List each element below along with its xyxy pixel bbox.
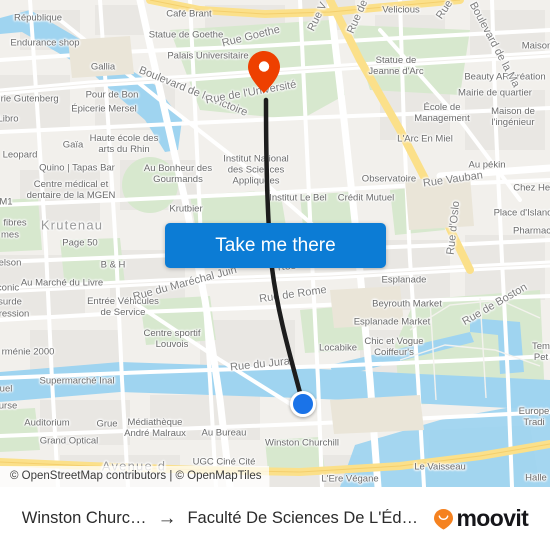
moovit-map-screen: République Café Brant Velicious Maison Endur… — [0, 0, 550, 550]
arrow-right-icon: → — [157, 508, 177, 529]
moovit-pin-icon — [434, 508, 454, 529]
footer-origin-label: Winston Churc… — [21, 509, 147, 527]
moovit-wordmark: moovit — [456, 505, 529, 531]
take-me-there-button[interactable]: Take me there — [165, 223, 386, 268]
trip-footer-bar: Winston Churc… → Faculté De Sciences De … — [0, 487, 550, 550]
origin-marker-icon[interactable] — [290, 391, 316, 417]
map-view[interactable]: République Café Brant Velicious Maison Endur… — [0, 0, 550, 487]
moovit-logo[interactable]: moovit — [433, 505, 529, 532]
map-attribution[interactable]: © OpenStreetMap contributors | © OpenMap… — [0, 466, 269, 487]
footer-destination-label: Faculté De Sciences De L'Éducati… — [187, 509, 422, 527]
destination-marker-icon[interactable] — [247, 50, 281, 94]
